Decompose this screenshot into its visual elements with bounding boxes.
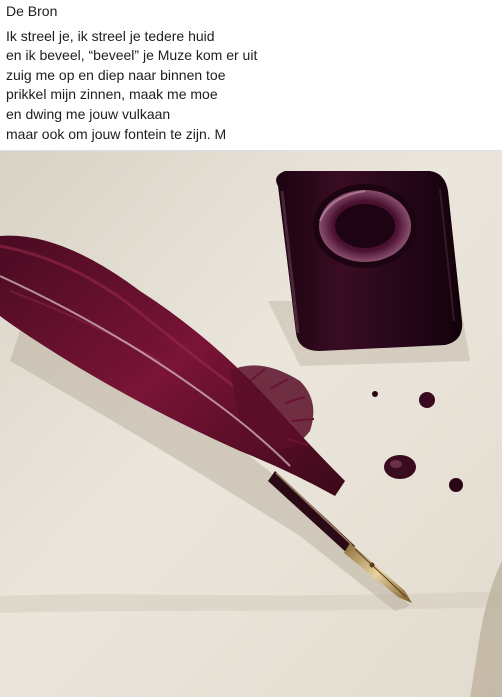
poem-line: en dwing me jouw vulkaan — [6, 105, 171, 122]
poem-line: zuig me op en diep naar binnen toe — [6, 66, 226, 83]
ink-bottle — [276, 171, 463, 351]
poem-line: maar ook om jouw fontein te zijn. M — [6, 125, 227, 142]
quill-ink-illustration — [0, 151, 502, 697]
post-title: De Bron — [6, 3, 58, 19]
poem-line: Ik streel je, ik streel je tedere huid — [6, 27, 215, 44]
poem-line: en ik beveel, “beveel” je Muze kom er ui… — [6, 47, 258, 64]
poem-line: prikkel mijn zinnen, maak me moe — [6, 86, 218, 103]
post-photo[interactable] — [0, 150, 502, 697]
post-text: De Bron Ik streel je, ik streel je teder… — [0, 0, 502, 150]
